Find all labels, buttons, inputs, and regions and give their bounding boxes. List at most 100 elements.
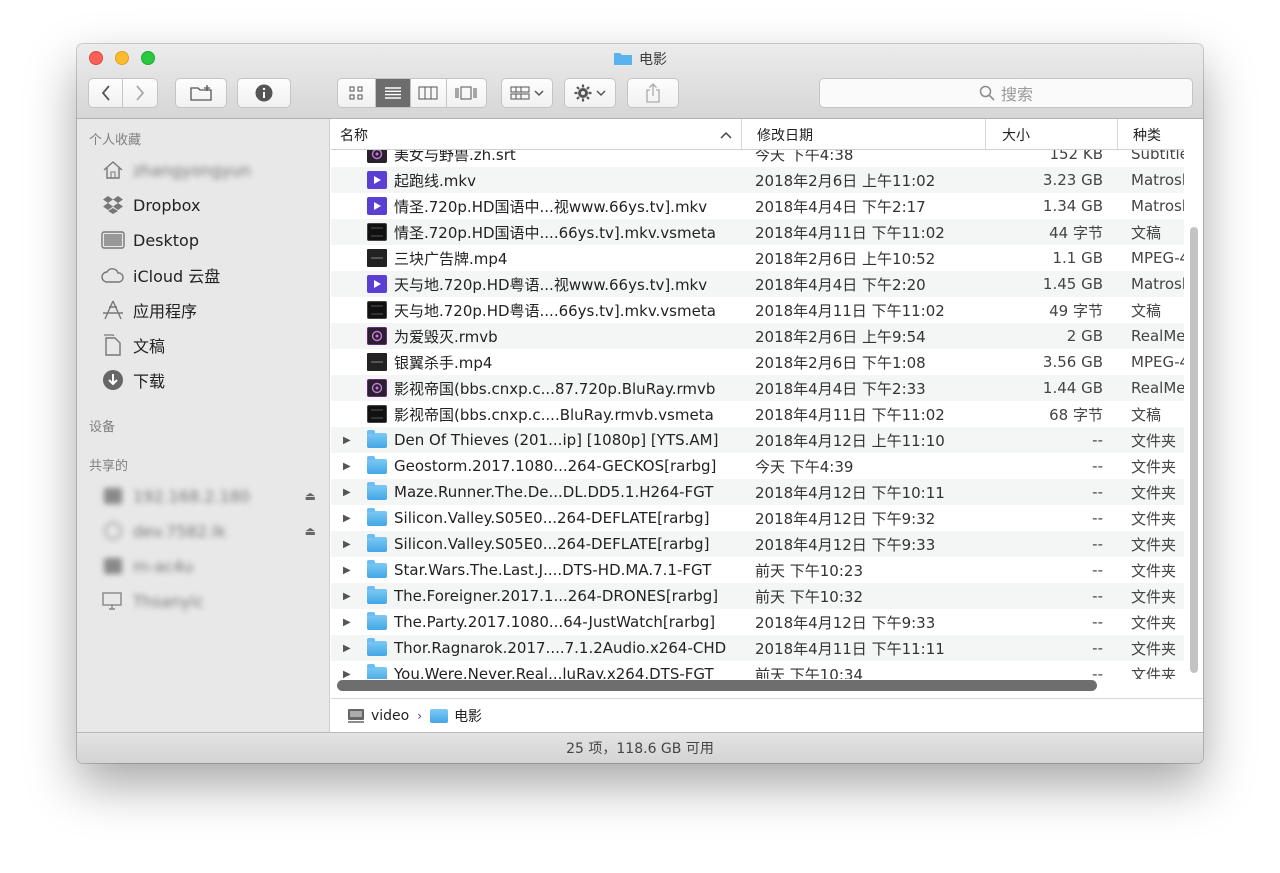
disclosure-triangle-icon[interactable]: ▶ <box>343 539 357 550</box>
disclosure-triangle-icon[interactable]: ▶ <box>343 617 357 628</box>
folder-icon <box>367 429 387 448</box>
folder-row[interactable]: ▶ Maze.Runner.The.De...DL.DD5.1.H264-FGT 2… <box>331 479 1184 505</box>
sidebar-item-documents[interactable]: 文稿 <box>101 332 326 358</box>
column-name-header[interactable]: 名称 <box>340 119 740 150</box>
folder-row[interactable]: ▶ Star.Wars.The.Last.J....DTS-HD.MA.7.1-F… <box>331 557 1184 583</box>
size-cell: -- <box>1092 535 1103 553</box>
folder-row[interactable]: ▶ The.Foreigner.2017.1...264-DRONES[rarbg… <box>331 583 1184 609</box>
disclosure-triangle-icon[interactable]: ▶ <box>343 643 357 654</box>
sidebar-item-icloud[interactable]: iCloud 云盘 <box>101 262 326 288</box>
file-row[interactable]: 起跑线.mkv 2018年2月6日 上午11:02 3.23 GB Matroska <box>331 167 1184 193</box>
new-folder-button[interactable] <box>175 78 227 108</box>
sidebar-item-shared-computer-2[interactable]: Thsanyic <box>101 588 326 614</box>
column-view-button[interactable] <box>411 79 447 107</box>
cover-flow-icon <box>455 86 477 100</box>
sidebar-item-label: 下载 <box>133 372 166 391</box>
finder-window: 电影 搜索 个人收藏 zhangyongyun Dropbox Desktop … <box>77 44 1203 763</box>
file-row[interactable]: 三块广告牌.mp4 2018年2月6日 上午10:52 1.1 GB MPEG-4 <box>331 245 1184 271</box>
kind-cell: 文件夹 <box>1131 613 1177 632</box>
sidebar-item-shared-server-1[interactable]: 192.168.2.180 ⏏ <box>101 483 326 509</box>
name-cell: ▶ Silicon.Valley.S05E0...264-DEFLATE[rarb… <box>337 505 741 531</box>
column-divider[interactable] <box>985 119 986 150</box>
eject-icon[interactable]: ⏏ <box>305 489 316 503</box>
folder-row[interactable]: ▶ Geostorm.2017.1080...264-GECKOS[rarbg] 今… <box>331 453 1184 479</box>
file-name: 起跑线.mkv <box>394 171 476 190</box>
horizontal-scrollbar[interactable] <box>337 680 1097 691</box>
size-cell: 1.1 GB <box>1052 249 1103 267</box>
vertical-scrollbar[interactable] <box>1190 227 1198 673</box>
kind-cell: Subtitle <box>1131 150 1184 163</box>
folder-row[interactable]: ▶ Silicon.Valley.S05E0...264-DEFLATE[rarb… <box>331 531 1184 557</box>
search-field[interactable]: 搜索 <box>819 78 1193 108</box>
disclosure-triangle-icon[interactable]: ▶ <box>343 669 357 680</box>
share-button[interactable] <box>627 78 679 108</box>
column-kind-header[interactable]: 种类 <box>1133 119 1183 150</box>
date-cell: 2018年4月4日 下午2:33 <box>755 379 926 398</box>
column-date-header[interactable]: 修改日期 <box>757 119 987 150</box>
folder-row[interactable]: ▶ Thor.Ragnarok.2017....7.1.2Audio.x264-C… <box>331 635 1184 661</box>
get-info-button[interactable] <box>237 78 291 108</box>
date-cell: 2018年4月12日 下午9:33 <box>755 535 936 554</box>
devices-header: 设备 <box>89 420 116 435</box>
file-row[interactable]: 天与地.720p.HD粤语...视www.66ys.tv].mkv 2018年4月… <box>331 271 1184 297</box>
nav-buttons <box>88 78 158 108</box>
file-row[interactable]: 银翼杀手.mp4 2018年2月6日 下午1:08 3.56 GB MPEG-4 <box>331 349 1184 375</box>
sidebar-item-shared-computer-1[interactable]: m-ac4u <box>101 553 326 579</box>
sidebar-item-label: 192.168.2.180 <box>133 486 251 506</box>
disclosure-triangle-icon[interactable]: ▶ <box>343 565 357 576</box>
path-disk[interactable]: video <box>371 708 409 724</box>
gear-icon <box>574 84 592 102</box>
date-cell: 2018年4月4日 下午2:20 <box>755 275 926 294</box>
name-cell: 天与地.720p.HD粤语....66ys.tv].mkv.vsmeta <box>337 297 741 323</box>
mp4-file-icon <box>367 249 387 267</box>
forward-button[interactable] <box>123 79 157 107</box>
folder-row[interactable]: ▶ You.Were.Never.Real...luRay.x264.DTS-FG… <box>331 661 1184 679</box>
favorites-header: 个人收藏 <box>89 133 142 148</box>
disclosure-triangle-icon[interactable]: ▶ <box>343 435 357 446</box>
column-divider[interactable] <box>741 119 742 150</box>
mp4-file-icon <box>367 353 387 371</box>
sidebar-item-downloads[interactable]: 下载 <box>101 367 326 393</box>
file-row[interactable]: 天与地.720p.HD粤语....66ys.tv].mkv.vsmeta 2018… <box>331 297 1184 323</box>
disclosure-triangle-icon[interactable]: ▶ <box>343 461 357 472</box>
sidebar-item-dropbox[interactable]: Dropbox <box>101 192 326 218</box>
rmvb-file-icon <box>367 327 387 345</box>
action-button[interactable] <box>564 78 616 108</box>
folder-row[interactable]: ▶ Den Of Thieves (201...ip] [1080p] [YTS.… <box>331 427 1184 453</box>
cover-flow-button[interactable] <box>447 79 486 107</box>
folder-row[interactable]: ▶ The.Party.2017.1080...64-JustWatch[rarb… <box>331 609 1184 635</box>
column-divider[interactable] <box>1117 119 1118 150</box>
share-icon <box>646 83 660 103</box>
sidebar-item-shared-server-2[interactable]: dev.7582.lk ⏏ <box>101 518 326 544</box>
window-title: 电影 <box>77 49 1203 69</box>
file-row[interactable]: 影视帝国(bbs.cnxp.c...87.720p.BluRay.rmvb 201… <box>331 375 1184 401</box>
folder-row[interactable]: ▶ Silicon.Valley.S05E0...264-DEFLATE[rarb… <box>331 505 1184 531</box>
file-row[interactable]: 情圣.720p.HD国语中....66ys.tv].mkv.vsmeta 2018… <box>331 219 1184 245</box>
kind-cell: 文件夹 <box>1131 509 1177 528</box>
size-cell: -- <box>1092 457 1103 475</box>
sidebar-item-applications[interactable]: 应用程序 <box>101 297 326 323</box>
path-folder[interactable]: 电影 <box>454 706 482 726</box>
disclosure-triangle-icon[interactable]: ▶ <box>343 487 357 498</box>
name-cell: ▶ Geostorm.2017.1080...264-GECKOS[rarbg] <box>337 453 741 479</box>
date-cell: 2018年4月12日 下午9:32 <box>755 509 936 528</box>
size-cell: -- <box>1092 587 1103 605</box>
back-button[interactable] <box>89 79 124 107</box>
sidebar-item-desktop[interactable]: Desktop <box>101 227 326 253</box>
list-view-button[interactable] <box>375 79 412 107</box>
file-name: Silicon.Valley.S05E0...264-DEFLATE[rarbg… <box>394 535 710 553</box>
file-row[interactable]: 影视帝国(bbs.cnxp.c....BluRay.rmvb.vsmeta 201… <box>331 401 1184 427</box>
disclosure-triangle-icon[interactable]: ▶ <box>343 591 357 602</box>
icon-view-button[interactable] <box>338 79 376 107</box>
disclosure-triangle-icon[interactable]: ▶ <box>343 513 357 524</box>
column-size-header[interactable]: 大小 <box>1002 119 1120 150</box>
file-rows: 美女与野兽.zh.srt 今天 下午4:38 152 KB Subtitle 起跑线.m… <box>331 150 1184 679</box>
arrange-button[interactable] <box>501 78 553 108</box>
sidebar-item-home[interactable]: zhangyongyun <box>101 157 326 183</box>
eject-icon[interactable]: ⏏ <box>305 524 316 538</box>
name-cell: 影视帝国(bbs.cnxp.c...87.720p.BluRay.rmvb <box>337 375 741 401</box>
file-row[interactable]: 为爱毁灭.rmvb 2018年2月6日 上午9:54 2 GB RealMedia <box>331 323 1184 349</box>
file-row[interactable]: 美女与野兽.zh.srt 今天 下午4:38 152 KB Subtitle <box>331 150 1184 167</box>
size-cell: -- <box>1092 561 1103 579</box>
file-row[interactable]: 情圣.720p.HD国语中...视www.66ys.tv].mkv 2018年4月… <box>331 193 1184 219</box>
